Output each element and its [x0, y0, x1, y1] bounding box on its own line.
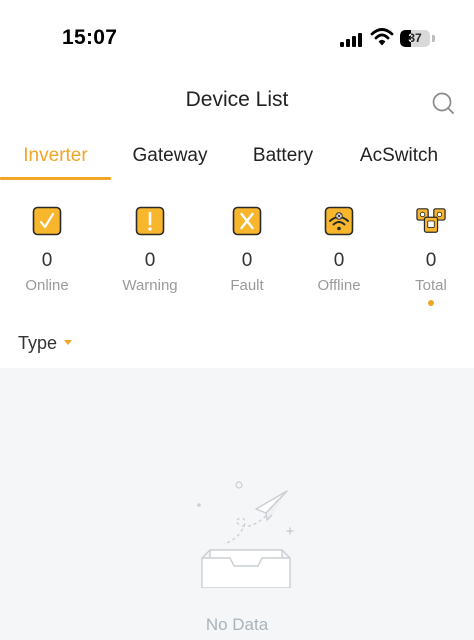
tab-inverter[interactable]: Inverter — [0, 134, 111, 180]
selected-indicator-dot — [428, 300, 434, 306]
tab-acswitch[interactable]: AcSwitch — [349, 134, 449, 180]
header: Device List — [0, 78, 474, 124]
offline-wifi-icon — [324, 206, 354, 236]
stat-offline[interactable]: 0 Offline — [294, 200, 384, 294]
wifi-icon — [370, 28, 394, 46]
battery-icon: 37 — [400, 30, 430, 47]
stat-warning[interactable]: 0 Warning — [105, 200, 195, 294]
page-title: Device List — [185, 88, 289, 111]
battery-cap — [432, 35, 435, 42]
warning-count: 0 — [144, 250, 156, 271]
online-check-icon — [32, 206, 62, 236]
device-type-tabs: Inverter Gateway Battery AcSwitch — [0, 134, 474, 182]
online-count: 0 — [41, 250, 53, 271]
type-filter-dropdown[interactable]: Type — [18, 333, 73, 357]
battery-percent: 37 — [408, 31, 422, 45]
empty-inbox-icon — [197, 481, 294, 588]
cellular-signal-icon — [340, 31, 364, 47]
status-bar: 15:07 37 — [0, 0, 474, 78]
fault-x-icon — [232, 206, 262, 236]
tab-gateway[interactable]: Gateway — [117, 134, 223, 180]
clock-time: 15:07 — [62, 26, 118, 49]
caret-down-icon — [64, 340, 73, 346]
fault-label: Fault — [230, 277, 264, 294]
active-tab-indicator — [0, 177, 111, 180]
type-filter-label: Type — [18, 333, 58, 353]
tab-battery[interactable]: Battery — [234, 134, 332, 180]
total-label: Total — [415, 277, 447, 294]
status-summary: 0 Online 0 Warning 0 Fault 0 Offline 0 T… — [0, 200, 474, 310]
stat-fault[interactable]: 0 Fault — [202, 200, 292, 294]
search-icon[interactable] — [430, 90, 456, 116]
fault-count: 0 — [241, 250, 253, 271]
warning-exclamation-icon — [135, 206, 165, 236]
warning-label: Warning — [122, 277, 178, 294]
offline-label: Offline — [317, 277, 361, 294]
total-devices-icon — [416, 208, 446, 233]
total-count: 0 — [425, 250, 437, 271]
stat-online[interactable]: 0 Online — [2, 200, 92, 294]
stat-total[interactable]: 0 Total — [386, 200, 474, 306]
device-list: No Data — [0, 368, 474, 640]
offline-count: 0 — [333, 250, 345, 271]
online-label: Online — [25, 277, 69, 294]
empty-state-text: No Data — [205, 615, 269, 634]
